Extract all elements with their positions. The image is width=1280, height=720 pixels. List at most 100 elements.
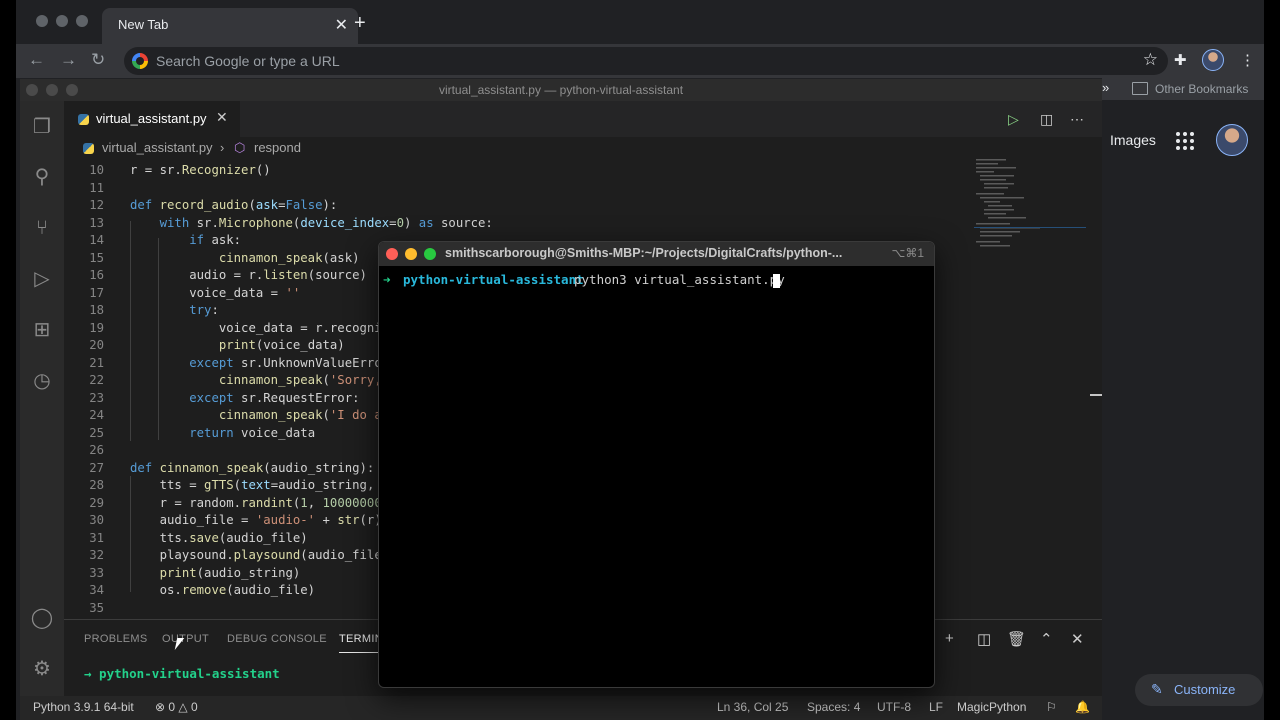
git-graph-icon[interactable]: ◷: [30, 369, 54, 393]
code-line: def cinnamon_speak(audio_string):: [130, 460, 375, 475]
tab-output[interactable]: OUTPUT: [162, 633, 209, 645]
minimap-canvas: [974, 159, 1086, 247]
close-editor-tab-icon[interactable]: ✕: [216, 109, 228, 126]
reload-icon[interactable]: ↻: [91, 50, 105, 70]
line-number: 23: [89, 390, 104, 405]
line-number: 35: [89, 600, 104, 615]
folder-icon: [1132, 82, 1148, 95]
line-number: 31: [89, 530, 104, 545]
editor-tab-virtual-assistant[interactable]: virtual_assistant.py ✕: [64, 101, 240, 139]
tab-problems[interactable]: PROBLEMS: [84, 633, 148, 645]
chevron-right-icon[interactable]: »: [1102, 80, 1109, 95]
menu-icon[interactable]: ⋮: [1240, 51, 1255, 69]
activity-bar: ❐ ⚲ ⑂ ▷ ⊞ ◷ ◯ ⚙: [20, 101, 64, 697]
zoom-window-dot[interactable]: [76, 15, 88, 27]
run-file-icon[interactable]: ▷: [1008, 111, 1019, 128]
search-icon[interactable]: ⚲: [30, 165, 54, 189]
close-window-dot[interactable]: [36, 15, 48, 27]
chevron-right-icon: ›: [220, 140, 225, 155]
minimize-window-dot[interactable]: [56, 15, 68, 27]
customize-button[interactable]: ✎ Customize: [1135, 674, 1263, 706]
terminal-minimize-dot[interactable]: [405, 248, 417, 260]
tab-debug-console[interactable]: DEBUG CONSOLE: [227, 633, 327, 645]
language-mode[interactable]: MagicPython: [957, 700, 1026, 714]
terminal-shortcut: ⌥⌘1: [891, 246, 924, 260]
python-interpreter[interactable]: Python 3.9.1 64-bit: [33, 700, 134, 714]
avatar[interactable]: [1202, 49, 1224, 71]
split-terminal-icon[interactable]: ◫: [977, 630, 991, 648]
new-terminal-icon[interactable]: +: [945, 630, 954, 647]
problems-count[interactable]: ⊗ 0 △ 0: [155, 700, 198, 714]
browser-toolbar: ← → ↻ Search Google or type a URL ☆ ✚ ⋮: [16, 44, 1264, 78]
explorer-icon[interactable]: ❐: [30, 115, 54, 139]
panel-terminal-prompt: → python-virtual-assistant: [84, 666, 280, 681]
new-tab-icon[interactable]: +: [354, 12, 366, 35]
terminal-close-dot[interactable]: [386, 248, 398, 260]
forward-icon[interactable]: →: [60, 50, 77, 70]
line-number: 32: [89, 548, 104, 562]
line-number: 15: [89, 250, 104, 265]
cursor-position[interactable]: Ln 36, Col 25: [717, 700, 788, 714]
breadcrumb-symbol[interactable]: respond: [254, 140, 301, 155]
terminal-body[interactable]: ➜ python-virtual-assistant python3 virtu…: [379, 266, 934, 687]
star-icon[interactable]: ☆: [1143, 50, 1158, 70]
settings-gear-icon[interactable]: ⚙: [30, 657, 54, 681]
line-number: 22: [89, 373, 104, 387]
indentation[interactable]: Spaces: 4: [807, 700, 860, 714]
maximize-panel-icon[interactable]: ⌃: [1040, 630, 1053, 648]
breadcrumb: virtual_assistant.py › ⬡ respond: [64, 137, 1102, 159]
line-number: 24: [89, 408, 104, 422]
browser-tab-new-tab[interactable]: New Tab ✕: [102, 8, 358, 44]
account-icon[interactable]: ◯: [30, 606, 54, 630]
line-ending[interactable]: LF: [929, 700, 943, 714]
feedback-icon[interactable]: ⚐: [1046, 700, 1057, 714]
python-file-icon: [83, 143, 94, 154]
vscode-titlebar: virtual_assistant.py — python-virtual-as…: [20, 79, 1102, 101]
line-number: 34: [89, 583, 104, 597]
active-tab-indicator: [339, 652, 379, 653]
account-avatar[interactable]: [1216, 124, 1248, 156]
more-actions-icon[interactable]: ⋯: [1070, 111, 1084, 128]
vscode-window-title: virtual_assistant.py — python-virtual-as…: [438, 83, 684, 97]
close-tab-icon[interactable]: ✕: [335, 15, 348, 35]
apps-grid-icon[interactable]: [1176, 132, 1194, 150]
back-icon[interactable]: ←: [28, 50, 45, 70]
prompt-directory: python-virtual-assistant: [403, 272, 584, 287]
line-number: 25: [89, 425, 104, 440]
method-symbol-icon: ⬡: [234, 140, 246, 155]
terminal-window[interactable]: smithscarborough@Smiths-MBP:~/Projects/D…: [378, 241, 935, 688]
tab-terminal[interactable]: TERMIN: [339, 633, 383, 645]
code-line: except sr.UnknownValueError: [189, 355, 390, 370]
line-number: 21: [89, 355, 104, 370]
line-number: 20: [89, 338, 104, 352]
customize-label: Customize: [1174, 682, 1236, 697]
code-line: except sr.RequestError:: [189, 390, 360, 405]
bookmarks-bar: » Other Bookmarks: [1102, 78, 1264, 100]
code-line: playsound.playsound(audio_file): [130, 548, 390, 562]
minimap[interactable]: [974, 159, 1086, 259]
images-link[interactable]: Images: [1110, 132, 1156, 148]
other-bookmarks-link[interactable]: Other Bookmarks: [1155, 82, 1248, 96]
code-line: tts = gTTS(text=audio_string, l: [130, 478, 390, 492]
kill-terminal-icon[interactable]: 🗑: [1007, 630, 1026, 648]
terminal-zoom-dot[interactable]: [424, 248, 436, 260]
browser-tab-title: New Tab: [118, 17, 169, 32]
terminal-title: smithscarborough@Smiths-MBP:~/Projects/D…: [445, 246, 843, 260]
source-control-icon[interactable]: ⑂: [30, 216, 54, 240]
terminal-titlebar: smithscarborough@Smiths-MBP:~/Projects/D…: [379, 242, 934, 266]
browser-tab-strip: New Tab ✕ +: [16, 0, 1264, 44]
breadcrumb-file[interactable]: virtual_assistant.py: [102, 140, 213, 155]
encoding[interactable]: UTF-8: [877, 700, 911, 714]
code-line: os.remove(audio_file): [130, 583, 316, 597]
split-editor-icon[interactable]: ◫: [1040, 111, 1053, 128]
notifications-bell-icon[interactable]: 🔔: [1075, 700, 1090, 714]
run-debug-icon[interactable]: ▷: [30, 267, 54, 291]
close-panel-icon[interactable]: ✕: [1071, 630, 1084, 648]
code-line: try:: [189, 303, 219, 317]
extensions-icon[interactable]: ✚: [1174, 51, 1187, 69]
line-number: 18: [89, 303, 104, 317]
scrollbar-cursor-marker: [1090, 394, 1102, 396]
extensions-icon[interactable]: ⊞: [30, 318, 54, 342]
omnibox[interactable]: Search Google or type a URL ☆: [124, 47, 1168, 75]
omnibox-placeholder: Search Google or type a URL: [156, 53, 340, 69]
